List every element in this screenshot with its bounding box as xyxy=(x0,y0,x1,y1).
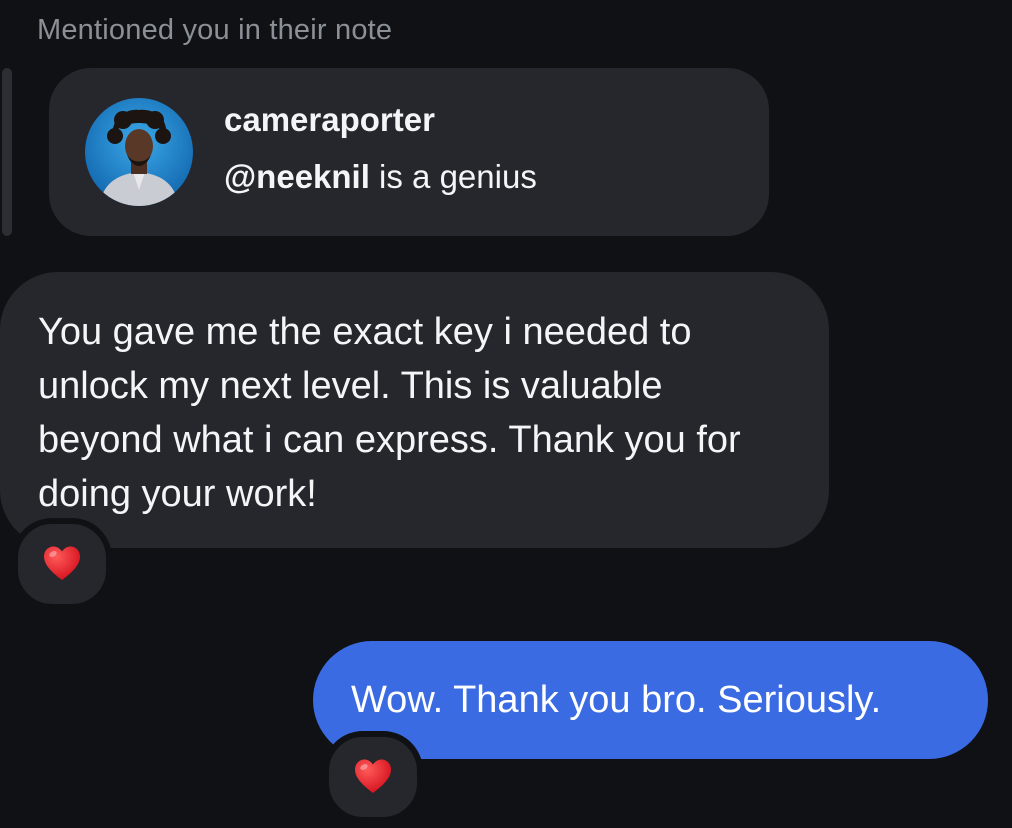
note-mention[interactable]: @neeknil xyxy=(224,158,370,195)
avatar[interactable] xyxy=(85,98,193,206)
mention-context-label: Mentioned you in their note xyxy=(37,14,393,46)
outgoing-message-text: Wow. Thank you bro. Seriously. xyxy=(351,678,882,721)
outgoing-message-reaction[interactable] xyxy=(323,731,423,823)
heart-emoji-icon xyxy=(44,546,80,580)
note-text: @neeknil is a genius xyxy=(224,158,537,196)
mentioned-note-card[interactable]: cameraporter @neeknil is a genius xyxy=(49,68,769,236)
note-author-username[interactable]: cameraporter xyxy=(224,101,435,139)
incoming-message-bubble[interactable]: You gave me the exact key i needed to un… xyxy=(0,272,829,548)
note-text-rest: is a genius xyxy=(369,158,537,195)
heart-emoji-icon xyxy=(355,759,391,793)
incoming-message-reaction[interactable] xyxy=(12,518,112,610)
reply-indicator-bar xyxy=(2,68,12,236)
incoming-message-text: You gave me the exact key i needed to un… xyxy=(38,311,741,515)
outgoing-message-bubble[interactable]: Wow. Thank you bro. Seriously. xyxy=(313,641,988,759)
